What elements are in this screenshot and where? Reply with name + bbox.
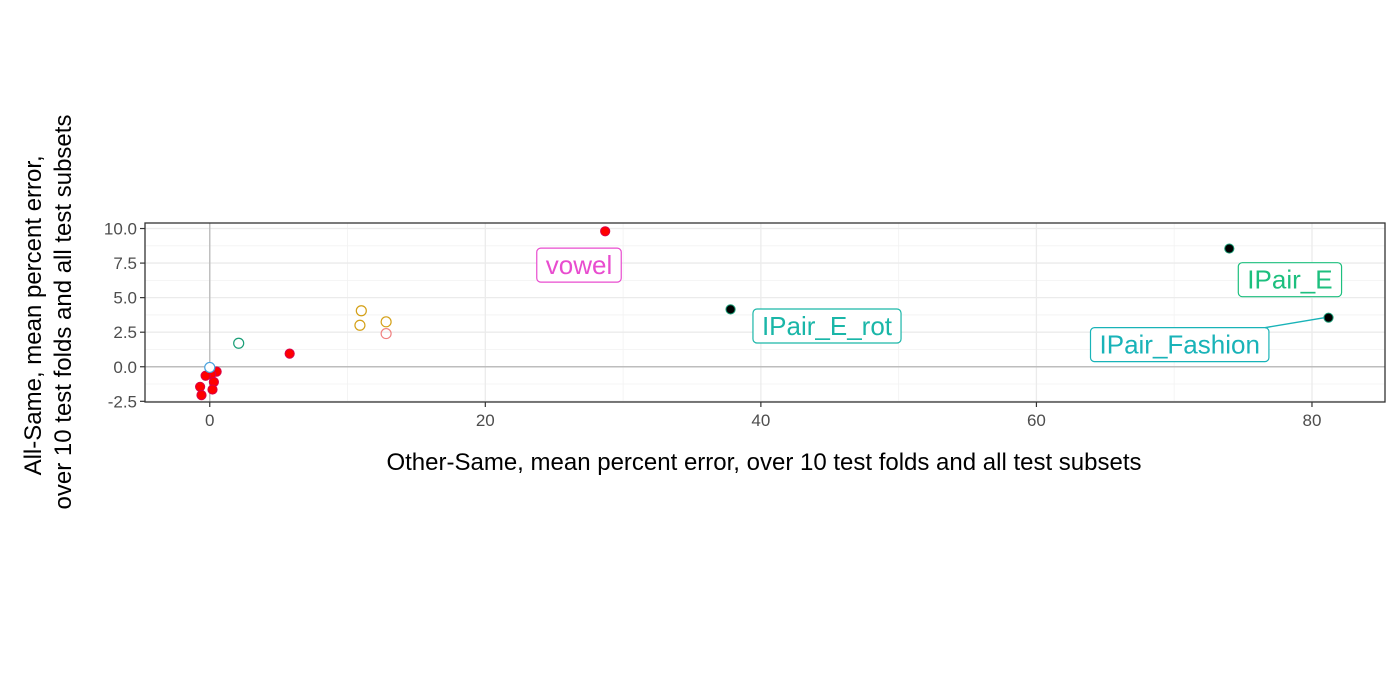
y-tick-label: 10.0 [104,220,137,239]
plot-panel: vowel IPair_E IPair_E_rot IPair_Fashion [144,222,1386,403]
data-point [1323,312,1334,323]
point-label: vowel [536,247,622,283]
point-label: IPair_E [1237,262,1343,298]
data-point [1224,243,1235,254]
data-point [195,381,206,392]
scatter-chart: vowel IPair_E IPair_E_rot IPair_Fashion 0 20… [0,0,1400,700]
x-tick-label: 80 [1303,411,1322,430]
x-tick-label: 0 [205,411,214,430]
data-point [725,304,736,315]
data-point [204,361,216,374]
point-label-text: IPair_Fashion [1100,330,1260,360]
point-label-text: IPair_E_rot [762,311,893,341]
y-tick-label: 5.0 [113,289,137,308]
data-point [284,348,295,359]
y-axis-title-line-1: All-Same, mean percent error, [20,155,47,475]
x-tick-label: 40 [751,411,770,430]
data-point [600,226,611,237]
y-tick-label: -2.5 [108,392,137,411]
x-axis-title: Other-Same, mean percent error, over 10 … [386,449,1141,476]
y-tick-label: 0.0 [113,358,137,377]
data-point [207,384,218,395]
point-label-text: vowel [546,250,612,280]
data-point [196,389,207,401]
x-tick-label: 60 [1027,411,1046,430]
y-tick-label: 2.5 [113,323,137,342]
x-tick-label: 20 [476,411,495,430]
point-label-text: IPair_E [1247,265,1332,295]
y-tick-label: 7.5 [113,254,137,273]
y-axis-title-line-2: over 10 test folds and all test subsets [50,115,77,510]
point-label: IPair_Fashion [1089,327,1270,363]
point-label: IPair_E_rot [752,308,902,344]
